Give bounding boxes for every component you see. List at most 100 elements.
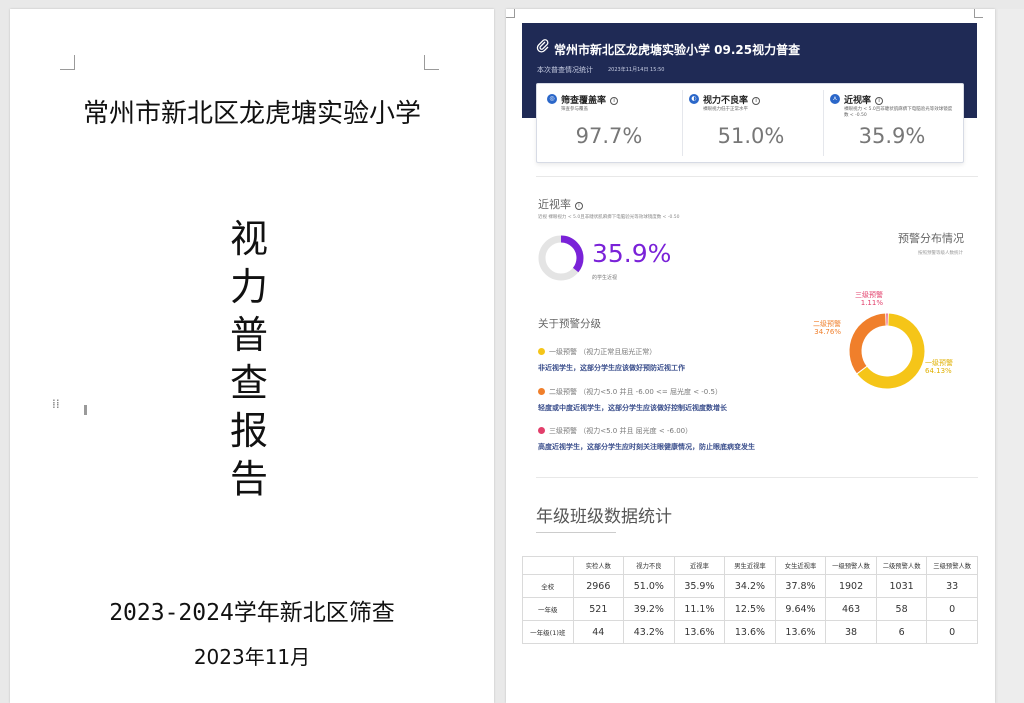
info-icon[interactable]: i xyxy=(875,97,884,105)
table-cell: 12.5% xyxy=(724,597,776,621)
warning-distribution-subtitle: 按照预警等级人数统计 xyxy=(918,251,963,256)
warning-level-1-desc: 非近视学生，这部分学生应该做好预防近视工作 xyxy=(538,364,685,372)
table-cell: 521 xyxy=(572,597,625,621)
warning-level-3-head: 三级预警 （视力<5.0 并且 屈光度 < -6.00） xyxy=(538,426,692,436)
text-cursor xyxy=(84,405,87,415)
table-cell: 33 xyxy=(926,574,978,598)
warning-badge-icon xyxy=(538,427,545,434)
report-page: 常州市新北区龙虎塘实验小学 09.25视力普查 本次普查情况统计 2023年11… xyxy=(506,9,995,703)
cover-school-name[interactable]: 常州市新北区龙虎塘实验小学 xyxy=(10,93,494,130)
grade-stats-table: 实检人数 视力不良 近视率 男生近视率 女生近视率 一级预警人数 二级预警人数 … xyxy=(522,556,978,644)
grade-stats-title: 年级班级数据统计 xyxy=(536,507,672,527)
cover-year-line[interactable]: 2023-2024学年新北区筛查 xyxy=(10,593,494,627)
myopia-definition: 近视 裸眼视力 < 5.0且非睫状肌麻痹下电脑验光等效球镜度数 < -0.50 xyxy=(538,215,680,220)
warning-level-3-desc: 高度近视学生，这部分学生应时刻关注眼健康情况，防止眼底病变发生 xyxy=(538,443,755,451)
table-row[interactable]: 一年级 521 39.2% 11.1% 12.5% 9.64% 463 58 0 xyxy=(522,597,978,621)
cover-title-char: 视 xyxy=(229,217,268,261)
table-row[interactable]: 全校 2966 51.0% 35.9% 34.2% 37.8% 1902 103… xyxy=(522,574,978,598)
cover-title-char: 查 xyxy=(229,361,268,405)
stat-desc: 裸眼视力 < 5.0且非睫状肌麻痹下电脑验光等效球镜度数 < -0.50 xyxy=(844,107,953,118)
margin-corner-mark xyxy=(974,9,983,18)
report-timestamp: 2023年11月14日 15:50 xyxy=(608,67,665,73)
stat-value: 51.0% xyxy=(717,124,785,148)
info-icon[interactable]: i xyxy=(752,97,761,105)
table-cell: 6 xyxy=(875,620,928,644)
cover-title-char: 报 xyxy=(229,409,268,453)
table-cell: 0 xyxy=(926,597,978,621)
stat-desc: 筛查参与覆盖 xyxy=(561,107,588,112)
poor-vision-icon: ◐ xyxy=(689,94,699,104)
table-cell: 37.8% xyxy=(774,574,827,598)
table-cell: 44 xyxy=(572,620,625,644)
stat-label: 近视率 i xyxy=(844,93,884,106)
table-header-cell: 男生近视率 xyxy=(724,556,776,575)
donut-slice-level-2 xyxy=(848,312,887,375)
table-header-cell: 三级预警人数 xyxy=(926,556,978,575)
table-move-handle-icon[interactable]: ⁞⁞ xyxy=(52,398,60,410)
cover-date[interactable]: 2023年11月 xyxy=(10,641,494,670)
donut-label-level-2: 二级预警 34.76% xyxy=(813,320,841,336)
info-icon[interactable]: i xyxy=(610,97,619,105)
section-divider xyxy=(536,176,978,177)
warning-badge-icon xyxy=(538,388,545,395)
workspace-gutter xyxy=(998,9,1024,703)
warning-distribution-donut xyxy=(848,312,926,390)
report-subtitle: 本次普查情况统计 xyxy=(537,66,593,74)
stat-label: 视力不良率 i xyxy=(703,93,761,106)
myopia-icon: ⋏ xyxy=(830,94,840,104)
margin-corner-mark xyxy=(506,9,515,18)
margin-corner-mark xyxy=(424,55,439,70)
table-cell: 全校 xyxy=(522,574,574,598)
myopia-section-title: 近视率 i xyxy=(538,196,583,212)
warning-level-1-head: 一级预警 （视力正常且屈光正常） xyxy=(538,347,656,357)
table-header-row: 实检人数 视力不良 近视率 男生近视率 女生近视率 一级预警人数 二级预警人数 … xyxy=(522,556,978,575)
table-header-cell: 一级预警人数 xyxy=(825,556,877,575)
myopia-rate-donut xyxy=(538,235,584,281)
table-header-cell: 视力不良 xyxy=(623,556,675,575)
table-cell: 13.6% xyxy=(774,620,827,644)
table-cell: 34.2% xyxy=(724,574,776,598)
stats-card: ◎ 筛查覆盖率 i 筛查参与覆盖 97.7% ◐ 视力不良率 i 裸眼视力低于正常水… xyxy=(536,83,964,163)
cover-title-char: 告 xyxy=(229,457,268,501)
table-cell: 一年级 xyxy=(522,597,574,621)
cover-title-vertical[interactable]: 视 力 普 查 报 告 xyxy=(224,215,274,503)
stat-coverage: ◎ 筛查覆盖率 i 筛查参与覆盖 97.7% xyxy=(541,90,677,156)
cover-title-char: 力 xyxy=(229,265,268,309)
table-cell: 38 xyxy=(825,620,877,644)
cover-title-char: 普 xyxy=(229,313,268,357)
table-header-cell: 实检人数 xyxy=(572,556,625,575)
stat-poor-vision: ◐ 视力不良率 i 裸眼视力低于正常水平 51.0% xyxy=(682,90,819,156)
info-icon[interactable]: i xyxy=(575,202,583,210)
table-cell: 43.2% xyxy=(623,620,675,644)
table-header-cell: 女生近视率 xyxy=(774,556,827,575)
stat-desc: 裸眼视力低于正常水平 xyxy=(703,107,748,112)
table-row[interactable]: 一年级(1)班 44 43.2% 13.6% 13.6% 13.6% 38 6 … xyxy=(522,620,978,644)
cover-page: 常州市新北区龙虎塘实验小学 视 力 普 查 报 告 ⁞⁞ 2023-2024学年… xyxy=(10,9,494,703)
table-cell: 35.9% xyxy=(673,574,726,598)
table-header-cell xyxy=(522,556,574,575)
table-cell: 51.0% xyxy=(623,574,675,598)
warning-badge-icon xyxy=(538,348,545,355)
stat-myopia: ⋏ 近视率 i 裸眼视力 < 5.0且非睫状肌麻痹下电脑验光等效球镜度数 < -0… xyxy=(823,90,960,156)
table-header-cell: 近视率 xyxy=(673,556,726,575)
title-underline xyxy=(536,532,616,533)
stat-value: 97.7% xyxy=(575,124,643,148)
stat-value: 35.9% xyxy=(858,124,926,148)
table-cell: 2966 xyxy=(572,574,625,598)
table-cell: 一年级(1)班 xyxy=(522,620,574,644)
table-cell: 1031 xyxy=(875,574,928,598)
table-cell: 58 xyxy=(875,597,928,621)
warning-level-2-head: 二级预警 （视力<5.0 并且 -6.00 <= 屈光度 < -0.5） xyxy=(538,387,722,397)
table-cell: 39.2% xyxy=(623,597,675,621)
myopia-rate-value: 35.9% xyxy=(592,239,672,268)
table-cell: 13.6% xyxy=(673,620,726,644)
donut-label-level-3: 三级预警 1.11% xyxy=(855,291,883,307)
table-cell: 11.1% xyxy=(673,597,726,621)
table-cell: 13.6% xyxy=(724,620,776,644)
myopia-rate-caption: 的学生近视 xyxy=(592,275,618,281)
table-cell: 1902 xyxy=(825,574,877,598)
report-title: 常州市新北区龙虎塘实验小学 09.25视力普查 xyxy=(554,43,801,57)
paperclip-icon xyxy=(536,39,549,53)
warning-level-2-desc: 轻度或中度近视学生，这部分学生应该做好控制近视度数增长 xyxy=(538,404,727,412)
table-cell: 0 xyxy=(926,620,978,644)
